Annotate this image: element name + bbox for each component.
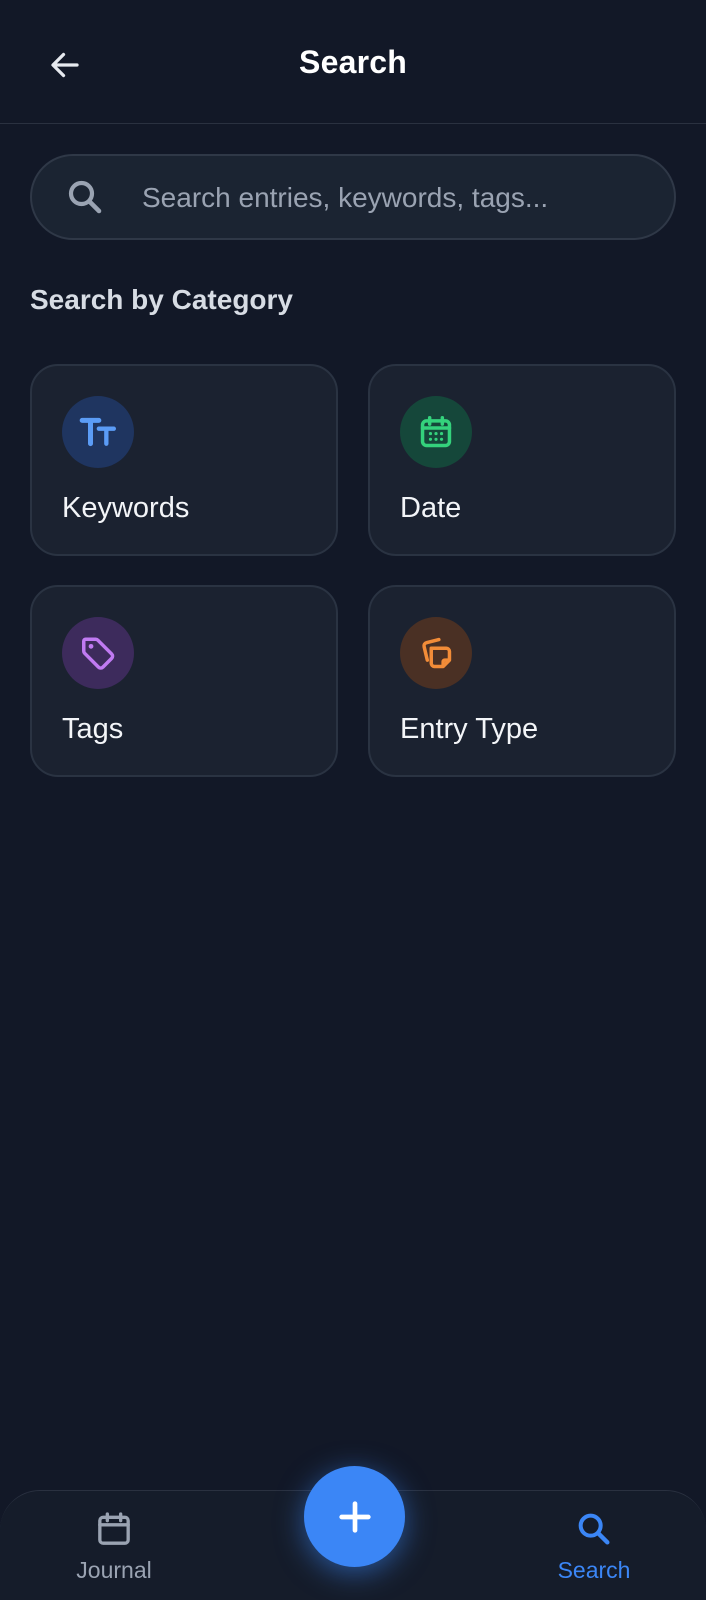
- add-entry-button[interactable]: [304, 1466, 405, 1567]
- category-label: Entry Type: [400, 713, 539, 745]
- calendar-icon: [420, 416, 452, 448]
- app-header: Search: [0, 0, 706, 124]
- calendar-icon: [98, 1512, 130, 1545]
- search-input[interactable]: [140, 170, 644, 226]
- plus-icon: [338, 1500, 371, 1533]
- category-card-keywords[interactable]: Keywords: [30, 364, 338, 556]
- search-icon: [578, 1513, 610, 1545]
- nav-item-search[interactable]: Search: [524, 1509, 664, 1597]
- nav-label-search: Search: [557, 1557, 631, 1583]
- tags-badge: [62, 617, 134, 689]
- section-title: Search by Category: [30, 284, 293, 315]
- category-card-entry-type[interactable]: Entry Type: [368, 585, 676, 777]
- entry-type-badge: [400, 617, 472, 689]
- search-icon: [64, 176, 106, 218]
- nav-item-journal[interactable]: Journal: [44, 1509, 184, 1597]
- search-bar[interactable]: [30, 154, 676, 240]
- text-size-icon: [79, 417, 117, 447]
- category-label: Tags: [62, 713, 124, 745]
- date-badge: [400, 396, 472, 468]
- page-title: Search: [299, 44, 407, 80]
- category-card-date[interactable]: Date: [368, 364, 676, 556]
- category-label: Keywords: [62, 492, 190, 524]
- keywords-badge: [62, 396, 134, 468]
- category-label: Date: [400, 492, 462, 524]
- category-card-tags[interactable]: Tags: [30, 585, 338, 777]
- tag-icon: [82, 637, 115, 670]
- search-screen: Search Search by Category Keywords: [0, 0, 706, 1600]
- copy-icon: [422, 637, 452, 669]
- nav-label-journal: Journal: [76, 1557, 152, 1583]
